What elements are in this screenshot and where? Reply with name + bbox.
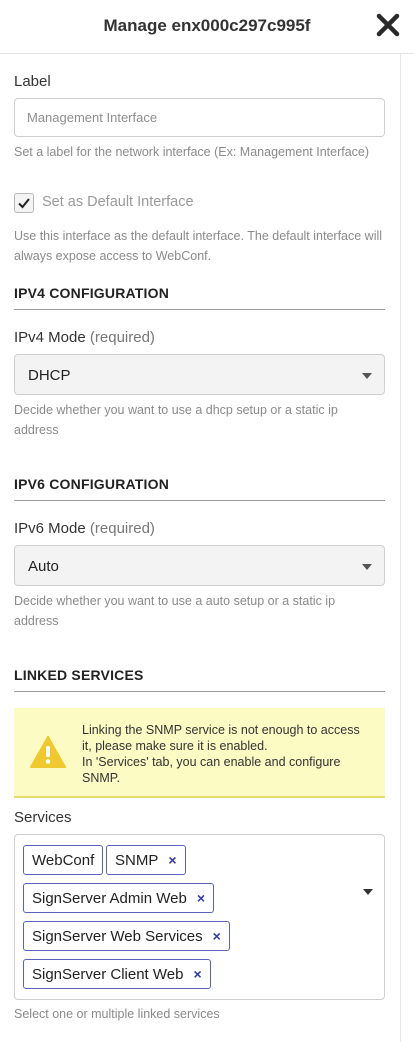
ipv4-mode-label: IPv4 Mode (required): [14, 329, 155, 346]
dialog-header: Manage enx000c297c995f: [0, 0, 414, 54]
ipv6-help: Decide whether you want to use a auto se…: [14, 594, 336, 628]
snmp-warning-banner: Linking the SNMP service is not enough t…: [14, 708, 385, 798]
service-chip-snmp[interactable]: SNMP ×: [106, 845, 186, 875]
service-chip-label: WebConf: [32, 851, 95, 869]
ipv6-mode-value: Auto: [28, 558, 59, 575]
ipv4-mode-select[interactable]: DHCP: [14, 354, 385, 395]
remove-icon[interactable]: ×: [213, 928, 221, 944]
close-icon[interactable]: [375, 12, 401, 38]
remove-icon[interactable]: ×: [193, 966, 201, 982]
ipv4-section-title: IPV4 CONFIGURATION: [14, 285, 385, 310]
service-chip-signserver-web-services[interactable]: SignServer Web Services ×: [23, 921, 230, 951]
remove-icon[interactable]: ×: [168, 852, 176, 868]
services-label: Services: [14, 809, 72, 826]
dialog-title: Manage enx000c297c995f: [103, 16, 311, 35]
service-chip-signserver-admin-web[interactable]: SignServer Admin Web ×: [23, 883, 214, 913]
warning-line-1: Linking the SNMP service is not enough t…: [82, 723, 360, 753]
chevron-down-icon[interactable]: [363, 889, 373, 895]
ipv4-mode-label-text: IPv4 Mode: [14, 329, 86, 346]
warning-text: Linking the SNMP service is not enough t…: [82, 722, 372, 786]
services-help: Select one or multiple linked services: [14, 1007, 220, 1021]
chevron-down-icon: [362, 373, 372, 379]
default-interface-checkbox[interactable]: [14, 193, 34, 213]
warning-line-2: In 'Services' tab, you can enable and co…: [82, 755, 341, 785]
default-interface-help: Use this interface as the default interf…: [14, 229, 383, 263]
service-chip-label: SignServer Admin Web: [32, 889, 187, 907]
scroll-edge: [400, 54, 401, 1042]
chevron-down-icon: [362, 564, 372, 570]
ipv6-section-title: IPV6 CONFIGURATION: [14, 476, 385, 501]
warning-icon: [30, 736, 66, 768]
ipv6-mode-select[interactable]: Auto: [14, 545, 385, 586]
service-chip-label: SNMP: [115, 851, 159, 869]
remove-icon[interactable]: ×: [197, 890, 205, 906]
label-input[interactable]: [14, 98, 385, 137]
ipv4-required-text: (required): [89, 329, 155, 346]
linked-services-section-title: LINKED SERVICES: [14, 667, 385, 692]
checkmark-icon: [18, 198, 30, 209]
ipv6-mode-label: IPv6 Mode (required): [14, 520, 155, 537]
service-chip-label: SignServer Web Services: [32, 927, 203, 945]
service-chip-webconf[interactable]: WebConf: [23, 845, 104, 875]
label-field-label: Label: [14, 73, 51, 90]
services-multiselect[interactable]: WebConf SNMP × SignServer Admin Web × Si…: [14, 834, 385, 1000]
default-interface-label: Set as Default Interface: [42, 194, 194, 210]
label-help: Set a label for the network interface (E…: [14, 145, 370, 159]
ipv4-mode-value: DHCP: [28, 367, 71, 384]
service-chip-label: SignServer Client Web: [32, 965, 184, 983]
ipv6-mode-label-text: IPv6 Mode: [14, 520, 86, 537]
ipv4-help: Decide whether you want to use a dhcp se…: [14, 403, 338, 437]
ipv6-required-text: (required): [89, 520, 155, 537]
service-chip-signserver-client-web[interactable]: SignServer Client Web ×: [23, 959, 211, 989]
